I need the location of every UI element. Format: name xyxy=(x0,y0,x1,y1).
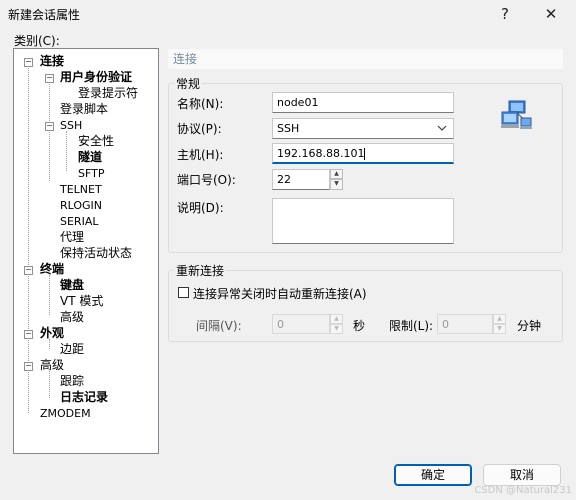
host-label: 主机(H): xyxy=(177,148,224,162)
tree-item-connection[interactable]: 连接 xyxy=(40,54,64,69)
expander-icon[interactable]: − xyxy=(24,266,33,275)
window-title: 新建会话属性 xyxy=(8,8,81,22)
port-label: 端口号(O): xyxy=(177,173,236,187)
general-group-title: 常规 xyxy=(174,75,203,92)
section-header: 连接 xyxy=(168,49,563,69)
tree-item-telnet[interactable]: TELNET xyxy=(60,182,102,197)
tree-item-user-auth[interactable]: 用户身份验证 xyxy=(60,70,132,85)
interval-unit: 秒 xyxy=(353,319,366,333)
tree-item-zmodem[interactable]: ZMODEM xyxy=(40,406,91,421)
protocol-select[interactable]: SSH xyxy=(272,118,454,139)
auto-reconnect-checkbox[interactable] xyxy=(178,287,189,298)
tree-item-security[interactable]: 安全性 xyxy=(78,134,114,149)
host-value: 192.168.88.101 xyxy=(277,147,365,160)
tree-item-login-script[interactable]: 登录脚本 xyxy=(60,102,108,117)
tree-item-logging[interactable]: 日志记录 xyxy=(60,390,108,405)
text-caret xyxy=(364,148,366,160)
limit-field[interactable]: 0 xyxy=(437,314,493,334)
tree-item-keyboard[interactable]: 键盘 xyxy=(60,278,84,293)
tree-item-terminal[interactable]: 终端 xyxy=(40,262,64,277)
tree-item-trace[interactable]: 跟踪 xyxy=(60,374,84,389)
tree-line xyxy=(49,371,50,398)
tree-item-serial[interactable]: SERIAL xyxy=(60,214,98,229)
tree-item-keepalive[interactable]: 保持活动状态 xyxy=(60,246,132,261)
auto-reconnect-label[interactable]: 连接异常关闭时自动重新连接(A) xyxy=(193,285,367,302)
tree-line xyxy=(49,81,50,181)
chevron-down-icon xyxy=(437,125,447,131)
tree-item-sftp[interactable]: SFTP xyxy=(78,166,104,181)
limit-unit: 分钟 xyxy=(517,319,542,333)
limit-spin-down[interactable]: ▼ xyxy=(493,324,506,334)
expander-icon[interactable]: − xyxy=(45,122,54,131)
name-label: 名称(N): xyxy=(177,97,224,111)
interval-spin-up[interactable]: ▲ xyxy=(330,314,343,324)
interval-label: 间隔(V): xyxy=(196,319,242,333)
tree-item-rlogin[interactable]: RLOGIN xyxy=(60,198,102,213)
tree-item-advanced[interactable]: 高级 xyxy=(40,358,64,373)
tree-item-tunnel[interactable]: 隧道 xyxy=(78,150,102,165)
protocol-value: SSH xyxy=(277,122,300,135)
interval-field[interactable]: 0 xyxy=(272,314,330,334)
description-field[interactable] xyxy=(272,198,454,244)
port-spin-down[interactable]: ▼ xyxy=(330,179,343,190)
name-field[interactable]: node01 xyxy=(272,92,454,113)
expander-icon[interactable]: − xyxy=(45,74,54,83)
close-button[interactable]: ✕ xyxy=(529,0,573,28)
tree-line xyxy=(49,275,50,315)
network-computers-icon xyxy=(501,100,532,129)
cancel-button[interactable]: 取消 xyxy=(483,464,561,486)
protocol-label: 协议(P): xyxy=(177,122,222,136)
tree-item-margins[interactable]: 边距 xyxy=(60,342,84,357)
reconnect-group-title: 重新连接 xyxy=(174,262,227,279)
category-tree[interactable]: − − − − − − 连接 用户身份验证 登录提示符 登录脚本 SSH 安全性… xyxy=(13,48,159,454)
tree-line xyxy=(66,131,67,171)
tree-item-vt-mode[interactable]: VT 模式 xyxy=(60,294,103,309)
limit-spin-up[interactable]: ▲ xyxy=(493,314,506,324)
tree-item-proxy[interactable]: 代理 xyxy=(60,230,84,245)
ok-button[interactable]: 确定 xyxy=(394,464,472,486)
port-field[interactable]: 22 xyxy=(272,169,330,190)
expander-icon[interactable]: − xyxy=(24,58,33,67)
port-spin-up[interactable]: ▲ xyxy=(330,169,343,179)
tree-item-ssh[interactable]: SSH xyxy=(60,118,82,133)
expander-icon[interactable]: − xyxy=(24,330,33,339)
category-label: 类别(C): xyxy=(14,34,60,48)
tree-item-terminal-advanced[interactable]: 高级 xyxy=(60,310,84,325)
title-bar: 新建会话属性 ? ✕ xyxy=(0,0,576,30)
tree-item-login-prompt[interactable]: 登录提示符 xyxy=(78,86,138,101)
limit-label: 限制(L): xyxy=(389,319,434,333)
help-button[interactable]: ? xyxy=(483,0,527,28)
host-field[interactable]: 192.168.88.101 xyxy=(272,143,454,164)
interval-spin-down[interactable]: ▼ xyxy=(330,324,343,334)
tree-item-appearance[interactable]: 外观 xyxy=(40,326,64,341)
expander-icon[interactable]: − xyxy=(24,362,33,371)
description-label: 说明(D): xyxy=(177,201,224,215)
watermark: CSDN @Natural231 xyxy=(474,485,572,496)
